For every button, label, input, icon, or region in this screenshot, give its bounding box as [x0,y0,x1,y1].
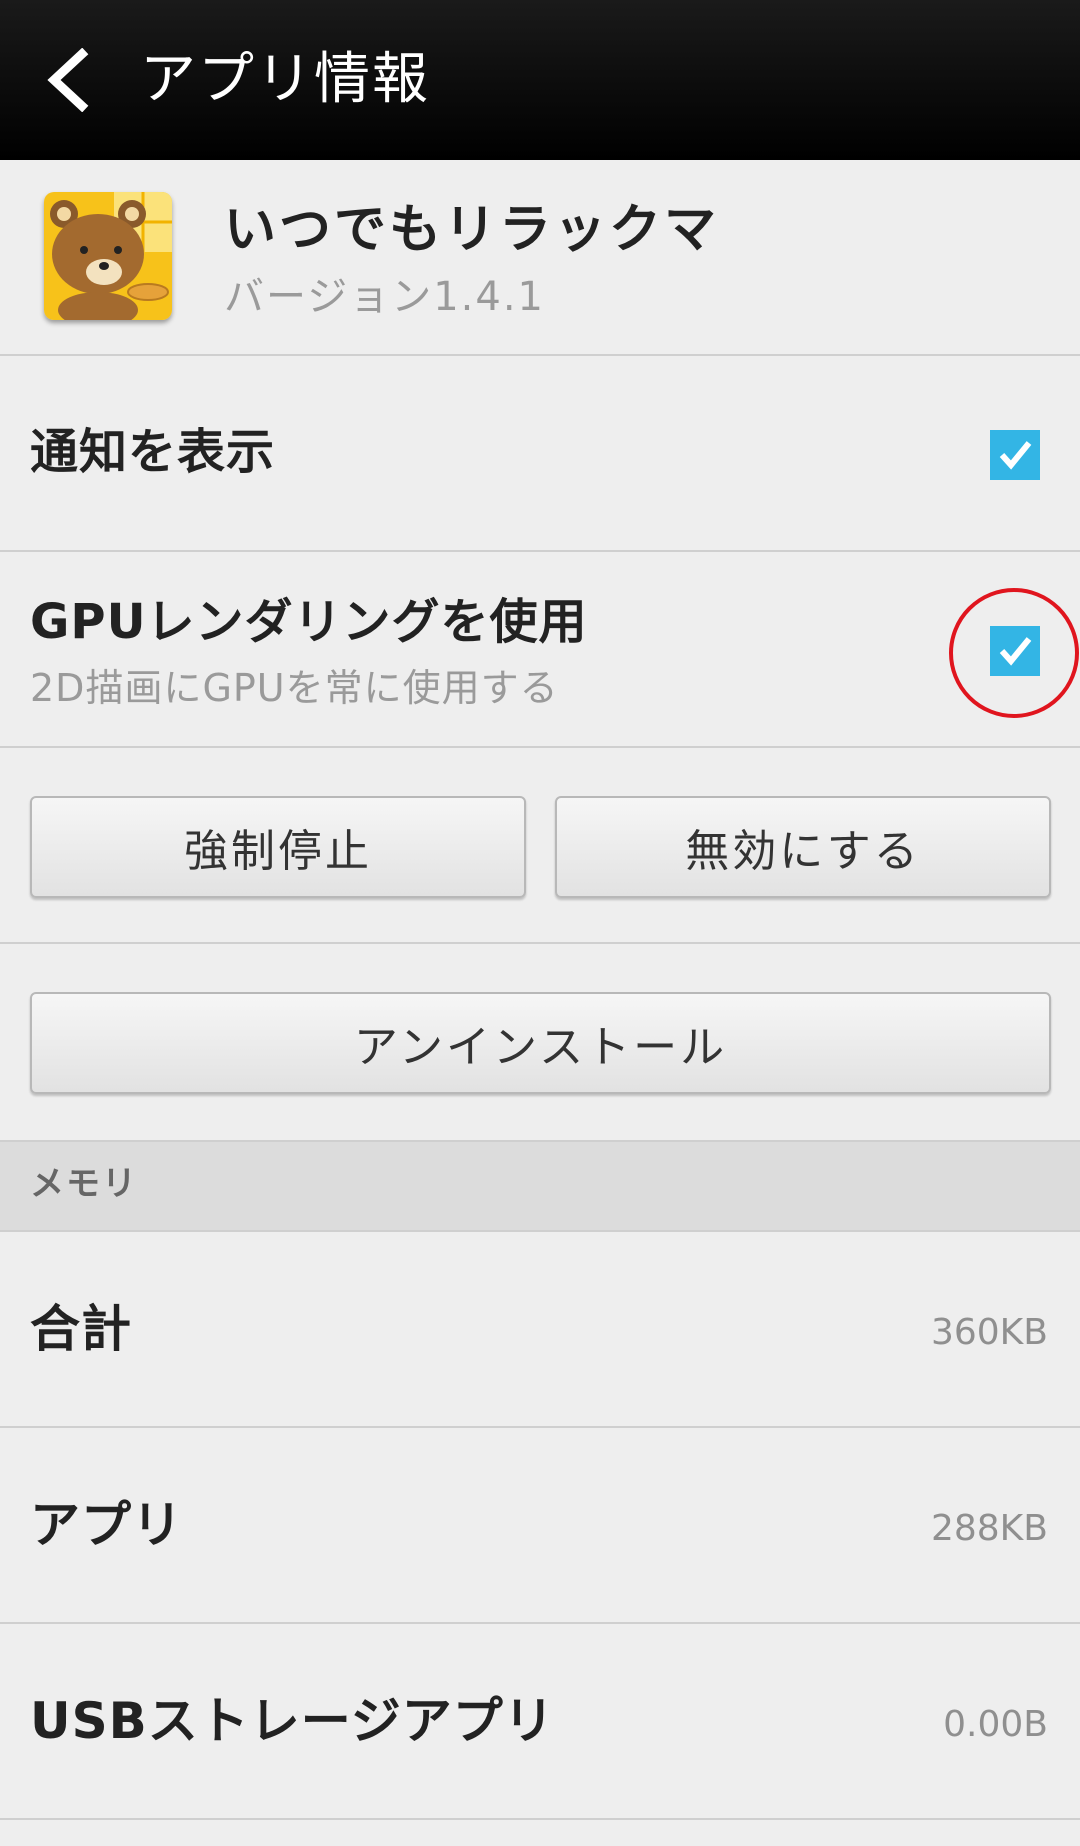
divider [0,746,1080,748]
disable-button[interactable]: 無効にする [555,796,1051,898]
app-name: いつでもリラックマ [224,200,720,260]
divider [0,1818,1080,1820]
memory-app-value: 288KB [930,1508,1048,1549]
memory-app-label: アプリ [30,1496,183,1554]
memory-section-header: メモリ [0,1142,1080,1230]
show-notifications-label: 通知を表示 [30,424,276,480]
force-stop-button[interactable]: 強制停止 [30,796,526,898]
app-version: バージョン1.4.1 [224,274,545,320]
page-title: アプリ情報 [140,47,430,112]
chevron-left-icon[interactable] [44,47,94,113]
memory-usb-storage-value: 0.00B [943,1704,1048,1745]
highlight-circle [949,588,1079,718]
divider [0,942,1080,944]
show-notifications-checkbox[interactable] [990,430,1040,480]
gpu-rendering-summary: 2D描画にGPUを常に使用する [30,666,559,710]
memory-total-value: 360KB [930,1312,1048,1353]
app-header: いつでもリラックマ バージョン1.4.1 [0,160,1080,356]
memory-usb-storage-label: USBストレージアプリ [30,1692,555,1750]
uninstall-button[interactable]: アンインストール [30,992,1051,1094]
show-notifications-setting[interactable]: 通知を表示 [0,356,1080,550]
memory-row-app: アプリ 288KB [0,1428,1080,1622]
memory-row-usb-storage: USBストレージアプリ 0.00B [0,1624,1080,1818]
gpu-rendering-setting[interactable]: GPUレンダリングを使用 2D描画にGPUを常に使用する [0,552,1080,746]
memory-row-total: 合計 360KB [0,1232,1080,1426]
action-bar: アプリ情報 [0,0,1080,160]
check-icon [999,441,1032,470]
memory-section-title: メモリ [30,1164,138,1204]
gpu-rendering-label: GPUレンダリングを使用 [30,594,588,650]
memory-total-label: 合計 [30,1300,132,1358]
app-icon [44,192,172,320]
